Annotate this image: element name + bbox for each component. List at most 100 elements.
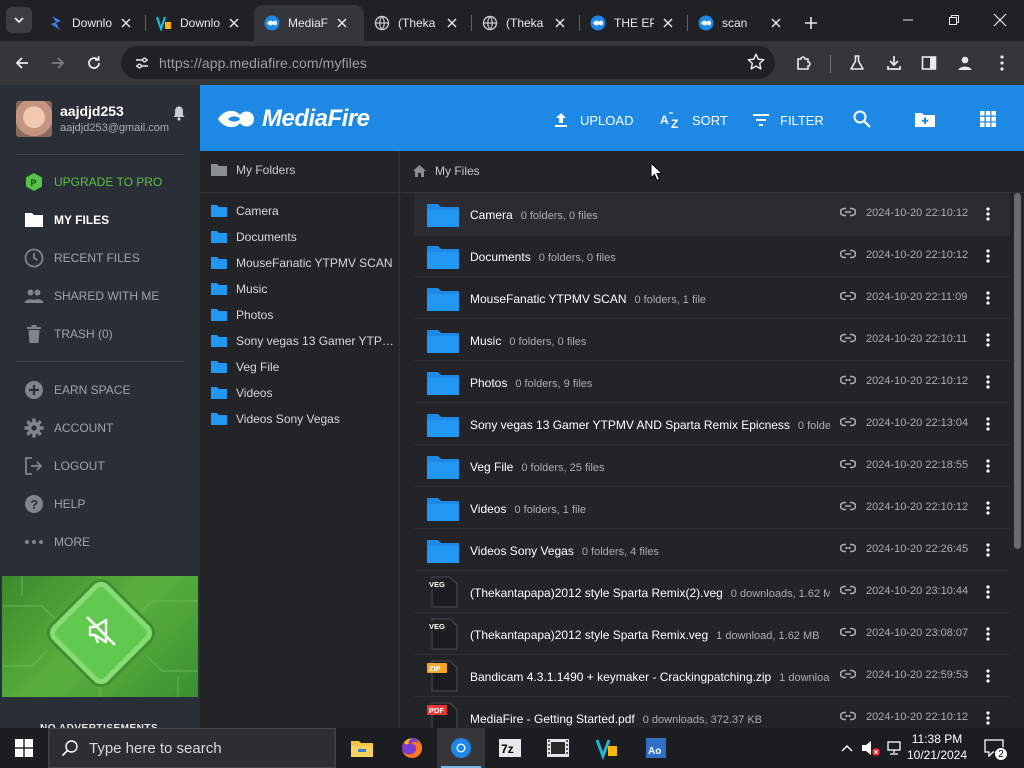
reload-button[interactable] (80, 49, 108, 77)
tree-folder-item[interactable]: Videos (210, 383, 396, 403)
row-more-button[interactable] (980, 205, 996, 223)
row-more-button[interactable] (980, 289, 996, 307)
folder-row[interactable]: Music 0 folders, 0 files 2024-10-20 22:10:… (414, 319, 1010, 361)
browser-tab[interactable]: scan (688, 7, 796, 38)
no-ads-banner[interactable] (2, 576, 198, 697)
row-more-button[interactable] (980, 541, 996, 559)
breadcrumb-label[interactable]: My Files (435, 164, 480, 178)
forward-button[interactable] (44, 49, 72, 77)
tab-close-button[interactable] (226, 15, 242, 31)
taskbar-chrome[interactable] (437, 728, 485, 768)
sidebar-item-my-files[interactable]: MY FILES (0, 201, 200, 239)
window-close-button[interactable] (977, 0, 1023, 40)
tree-folder-item[interactable]: Videos Sony Vegas (210, 409, 396, 429)
row-name[interactable]: MediaFire - Getting Started.pdf (470, 712, 635, 726)
share-link-button[interactable] (840, 501, 856, 511)
upload-button[interactable]: UPLOAD (552, 105, 633, 135)
sidebar-item-shared-with-me[interactable]: SHARED WITH ME (0, 277, 200, 315)
new-folder-button[interactable] (911, 105, 939, 133)
mediafire-logo[interactable]: MediaFire (216, 105, 370, 133)
browser-tab[interactable]: (Theka (364, 7, 472, 38)
row-more-button[interactable] (980, 457, 996, 475)
tray-volume-button[interactable] (860, 728, 882, 768)
row-more-button[interactable] (980, 709, 996, 727)
sidebar-item-logout[interactable]: LOGOUT (0, 447, 200, 485)
taskbar-file-explorer[interactable] (338, 728, 386, 768)
bookmark-star-button[interactable] (745, 51, 767, 73)
row-name[interactable]: (Thekantapapa)2012 style Sparta Remix(2)… (470, 586, 723, 600)
taskbar-7zip[interactable]: 7z (486, 728, 534, 768)
taskbar-firefox[interactable] (388, 728, 436, 768)
folder-row[interactable]: Documents 0 folders, 0 files 2024-10-20 22… (414, 235, 1010, 277)
file-row[interactable]: VEG (Thekantapapa)2012 style Sparta Remix… (414, 571, 1010, 613)
sidebar-item-earn-space[interactable]: EARN SPACE (0, 371, 200, 409)
share-link-button[interactable] (840, 669, 856, 679)
sidebar-item-account[interactable]: ACCOUNT (0, 409, 200, 447)
file-row[interactable]: ZIP Bandicam 4.3.1.1490 + keymaker - Crac… (414, 655, 1010, 697)
scroll-thumb[interactable] (1014, 193, 1021, 549)
tab-close-button[interactable] (660, 15, 676, 31)
tab-close-button[interactable] (768, 15, 784, 31)
grid-view-button[interactable] (974, 105, 1002, 133)
tab-close-button[interactable] (118, 15, 134, 31)
tray-network-button[interactable] (884, 728, 904, 768)
minimize-button[interactable] (885, 0, 931, 40)
tree-folder-item[interactable]: Documents (210, 227, 396, 247)
folder-row[interactable]: Veg File 0 folders, 25 files 2024-10-20 22… (414, 445, 1010, 487)
share-link-button[interactable] (840, 291, 856, 301)
sidebar-item-upgrade-to-pro[interactable]: P UPGRADE TO PRO (0, 163, 200, 201)
filter-button[interactable]: FILTER (752, 105, 824, 135)
row-name[interactable]: Bandicam 4.3.1.1490 + keymaker - Crackin… (470, 670, 771, 684)
tree-title[interactable]: My Folders (210, 163, 295, 177)
folder-row[interactable]: Videos Sony Vegas 0 folders, 4 files 2024-… (414, 529, 1010, 571)
file-row[interactable]: VEG (Thekantapapa)2012 style Sparta Remix… (414, 613, 1010, 655)
row-name[interactable]: Sony vegas 13 Gamer YTPMV AND Sparta Rem… (470, 418, 790, 432)
row-more-button[interactable] (980, 415, 996, 433)
restore-button[interactable] (931, 0, 977, 40)
row-name[interactable]: Photos (470, 376, 507, 390)
row-more-button[interactable] (980, 625, 996, 643)
taskbar-vsdc[interactable] (583, 728, 631, 768)
browser-tab[interactable]: MediaF (254, 5, 364, 41)
sidebar-item-trash[interactable]: TRASH (0) (0, 315, 200, 353)
folder-row[interactable]: Sony vegas 13 Gamer YTPMV AND Sparta Rem… (414, 403, 1010, 445)
row-more-button[interactable] (980, 583, 996, 601)
row-more-button[interactable] (980, 499, 996, 517)
sidebar-item-more[interactable]: MORE (0, 523, 200, 561)
new-tab-button[interactable] (796, 8, 826, 38)
tree-folder-item[interactable]: MouseFanatic YTPMV SCAN (210, 253, 396, 273)
tray-overflow-button[interactable] (836, 728, 858, 768)
browser-tab[interactable]: Downlo (38, 7, 146, 38)
folder-row[interactable]: Videos 0 folders, 1 file 2024-10-20 22:10:… (414, 487, 1010, 529)
notification-center-button[interactable]: 2 (980, 734, 1008, 762)
site-info-button[interactable] (129, 51, 155, 75)
row-more-button[interactable] (980, 247, 996, 265)
row-name[interactable]: Videos (470, 502, 506, 516)
row-more-button[interactable] (980, 667, 996, 685)
browser-tab[interactable]: THE EP (580, 7, 688, 38)
share-link-button[interactable] (840, 543, 856, 553)
notifications-bell[interactable] (172, 105, 186, 121)
sort-button[interactable]: AZ SORT (660, 105, 728, 135)
side-panel-button[interactable] (915, 49, 943, 77)
address-bar[interactable]: https://app.mediafire.com/myfiles (121, 46, 775, 79)
file-list-scrollbar[interactable] (1013, 193, 1022, 728)
taskbar-video-editor[interactable] (534, 728, 582, 768)
row-more-button[interactable] (980, 331, 996, 349)
share-link-button[interactable] (840, 207, 856, 217)
start-button[interactable] (0, 728, 48, 768)
tree-folder-item[interactable]: Camera (210, 201, 396, 221)
share-link-button[interactable] (840, 459, 856, 469)
back-button[interactable] (8, 49, 36, 77)
row-name[interactable]: MouseFanatic YTPMV SCAN (470, 292, 627, 306)
profile-button[interactable] (951, 49, 979, 77)
user-profile[interactable]: aajdjd253 aajdjd253@gmail.com (16, 101, 186, 141)
search-button[interactable] (848, 105, 876, 133)
browser-tab[interactable]: Downlo (146, 7, 254, 38)
tree-folder-item[interactable]: Veg File (210, 357, 396, 377)
tree-folder-item[interactable]: Photos (210, 305, 396, 325)
share-link-button[interactable] (840, 333, 856, 343)
row-more-button[interactable] (980, 373, 996, 391)
tab-search-button[interactable] (6, 7, 32, 33)
folder-row[interactable]: Photos 0 folders, 9 files 2024-10-20 22:10… (414, 361, 1010, 403)
